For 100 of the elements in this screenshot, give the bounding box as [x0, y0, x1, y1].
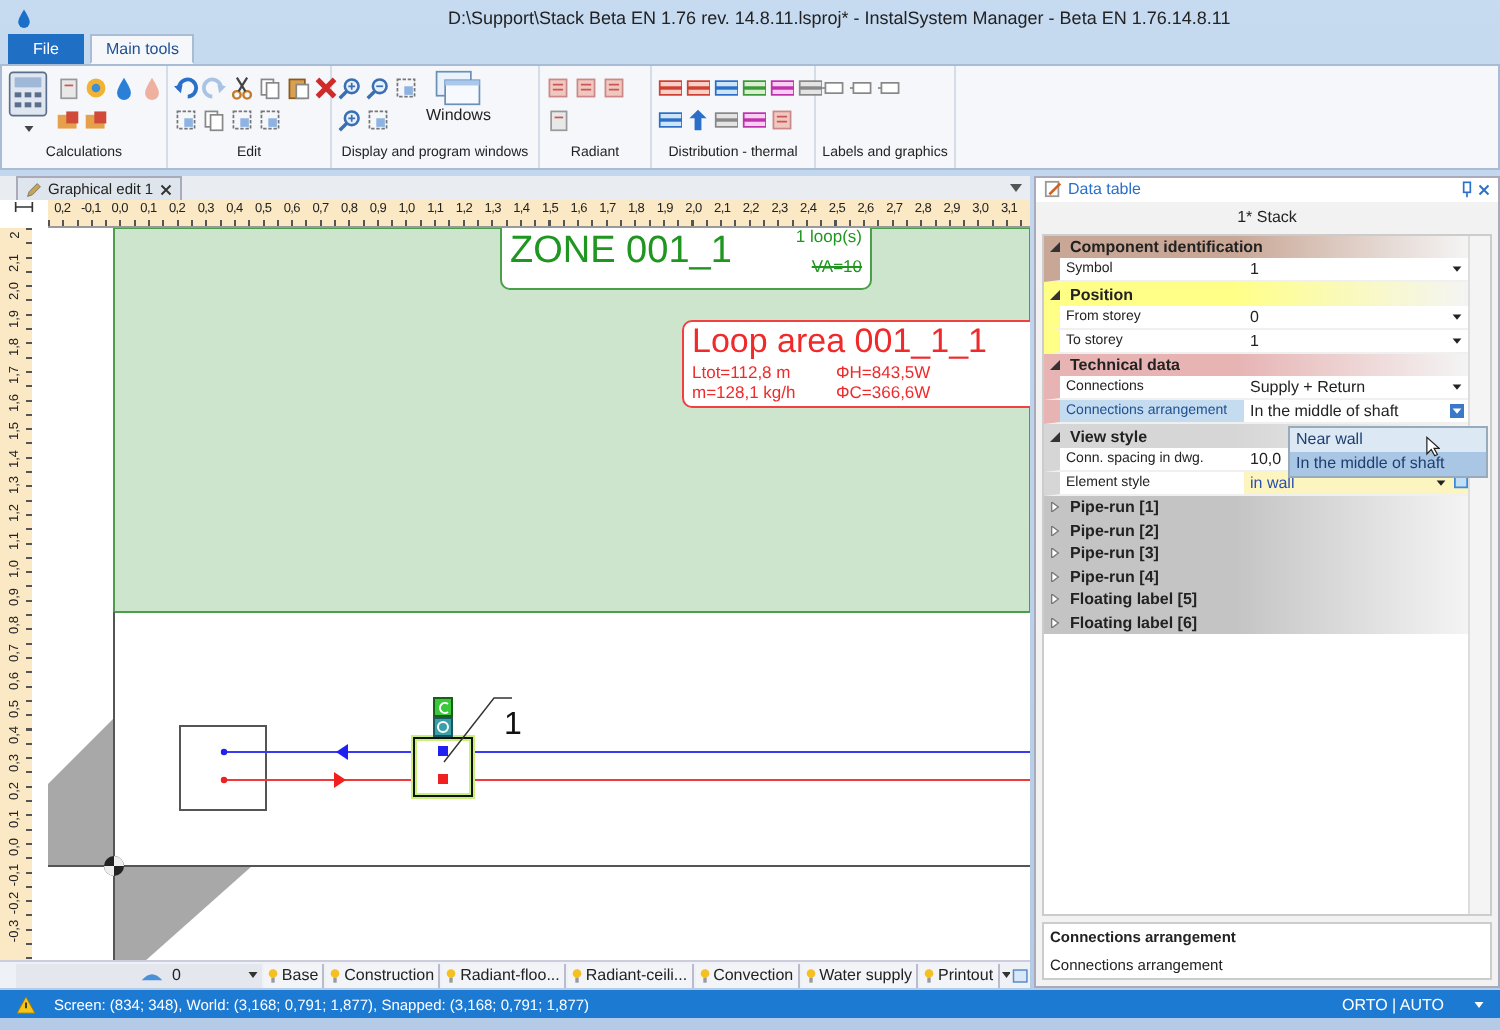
section-header[interactable]: Floating label [5]	[1044, 587, 1468, 611]
zone-title: ZONE 001_1	[510, 228, 732, 276]
caret-icon[interactable]	[1450, 309, 1464, 324]
caret-icon[interactable]	[1010, 184, 1022, 192]
layer-tab[interactable]: Printout	[919, 963, 1000, 987]
layer-dropdown[interactable]: 0	[16, 963, 262, 987]
snap-mode[interactable]: ORTO | AUTO	[1342, 995, 1444, 1013]
bulb-icon	[923, 967, 934, 983]
pipe-icon[interactable]	[714, 108, 738, 132]
expand-icon[interactable]	[1050, 617, 1060, 628]
label-icon[interactable]	[878, 76, 902, 100]
ribbon-tab[interactable]: File	[8, 34, 84, 64]
layer-tab[interactable]: Convection	[695, 963, 800, 987]
zoom-in-icon[interactable]	[338, 76, 362, 100]
dropdown-option[interactable]: Near wall	[1290, 428, 1486, 453]
app-drop-icon[interactable]	[14, 5, 34, 29]
document-icon[interactable]	[546, 108, 570, 132]
pipe-icon[interactable]	[742, 108, 766, 132]
origin-marker-icon	[104, 856, 124, 876]
radiator-icon[interactable]	[602, 76, 626, 100]
bulb-icon	[571, 967, 582, 983]
stack-symbol[interactable]	[411, 735, 475, 799]
caret-icon[interactable]	[1001, 972, 1011, 978]
selection-icon[interactable]	[258, 108, 282, 132]
caret-icon[interactable]	[23, 126, 33, 132]
selection-icon[interactable]	[174, 108, 198, 132]
undo-icon[interactable]	[174, 76, 198, 100]
section-header[interactable]: Floating label [6]	[1044, 610, 1468, 634]
windows-button[interactable]: Windows	[426, 70, 491, 124]
expand-icon[interactable]	[1050, 594, 1060, 605]
expand-icon[interactable]	[1050, 571, 1060, 582]
zoom-in-icon[interactable]	[338, 108, 362, 132]
collapse-icon[interactable]	[1050, 289, 1060, 300]
calculator-icon[interactable]	[8, 70, 48, 118]
move-handle-icon[interactable]	[433, 717, 453, 737]
pipe-icon[interactable]	[798, 76, 822, 100]
section-header[interactable]: Component identification	[1044, 235, 1468, 259]
loop-value: Ltot=112,8 m	[692, 362, 793, 382]
measure-icon[interactable]	[14, 200, 34, 214]
zone-label[interactable]: ZONE 001_1 1 loop(s) VA=10	[500, 228, 872, 290]
pipe-icon[interactable]	[658, 108, 682, 132]
selection-icon[interactable]	[366, 108, 390, 132]
layer-tab[interactable]: Construction	[326, 963, 441, 987]
style-icon[interactable]	[1454, 475, 1468, 490]
section-header[interactable]: Pipe-run [4]	[1044, 564, 1468, 588]
copy-icon[interactable]	[202, 108, 226, 132]
caret-icon[interactable]	[1434, 475, 1448, 490]
layer-tab[interactable]: Base	[263, 963, 325, 987]
drop-icon[interactable]	[112, 76, 136, 100]
pin-icon[interactable]	[1462, 180, 1472, 199]
pipe-icon[interactable]	[658, 76, 682, 100]
collapse-icon[interactable]	[1050, 242, 1060, 253]
delete-icon[interactable]	[314, 76, 338, 100]
folder-icon[interactable]	[56, 108, 80, 132]
selection-icon[interactable]	[394, 76, 418, 100]
pipe-icon[interactable]	[714, 76, 738, 100]
property-value-field[interactable]: Supply + Return	[1244, 376, 1468, 399]
section-header[interactable]: Technical data	[1044, 353, 1468, 377]
expand-icon[interactable]	[1050, 525, 1060, 536]
document-icon[interactable]	[56, 76, 80, 100]
dropdown-option[interactable]: In the middle of shaft	[1290, 452, 1486, 477]
paste-icon[interactable]	[286, 76, 310, 100]
layer-tab[interactable]: Radiant-floo...	[442, 963, 566, 987]
expand-icon[interactable]	[1050, 502, 1060, 513]
folder-icon[interactable]	[84, 108, 108, 132]
bulb-icon	[267, 967, 278, 983]
warning-icon[interactable]	[16, 995, 36, 1013]
scrollbar[interactable]	[1468, 235, 1490, 914]
collapse-icon[interactable]	[1050, 360, 1060, 371]
section-header[interactable]: Pipe-run [3]	[1044, 541, 1468, 565]
layer-tab[interactable]: Radiant-ceili...	[567, 963, 694, 987]
ribbon-tab[interactable]: Main tools	[90, 34, 195, 64]
section-header[interactable]: Pipe-run [1]	[1044, 495, 1468, 519]
label-icon[interactable]	[822, 76, 846, 100]
scissors-icon[interactable]	[230, 76, 254, 100]
section-header[interactable]: Position	[1044, 282, 1468, 306]
expand-icon[interactable]	[1050, 548, 1060, 559]
wheel-icon[interactable]	[84, 76, 108, 100]
caret-icon[interactable]	[1450, 333, 1464, 348]
loop-label[interactable]: Loop area 001_1_1 Ltot=112,8 m ΦH=843,5W m=128,1 kg/h ΦC=366,6W	[682, 320, 1030, 408]
property-value-field[interactable]: 0	[1244, 305, 1468, 328]
pipe-icon[interactable]	[686, 76, 710, 100]
arrow-up-icon[interactable]	[686, 108, 710, 132]
caret-icon[interactable]	[1450, 380, 1464, 395]
pipe-icon[interactable]	[742, 76, 766, 100]
radiator-icon[interactable]	[770, 108, 794, 132]
layer-tab[interactable]: Water supply	[801, 963, 918, 987]
zoom-out-icon[interactable]	[366, 76, 390, 100]
caret-icon[interactable]	[1450, 262, 1464, 277]
window-title: D:\Support\Stack Beta EN 1.76 rev. 14.8.11.lsproj* - InstalSystem Manager - Beta EN 1.76.14.8.11	[448, 7, 1231, 27]
pipe-icon[interactable]	[770, 76, 794, 100]
collapse-icon[interactable]	[1050, 431, 1060, 442]
selection-icon[interactable]	[230, 108, 254, 132]
section-header[interactable]: Pipe-run [2]	[1044, 518, 1468, 542]
close-icon[interactable]	[1478, 183, 1490, 196]
label-icon[interactable]	[850, 76, 874, 100]
close-icon[interactable]	[159, 183, 172, 195]
rotate-handle-icon[interactable]	[433, 697, 453, 717]
radiator-icon[interactable]	[546, 76, 570, 100]
radiator-icon[interactable]	[574, 76, 598, 100]
